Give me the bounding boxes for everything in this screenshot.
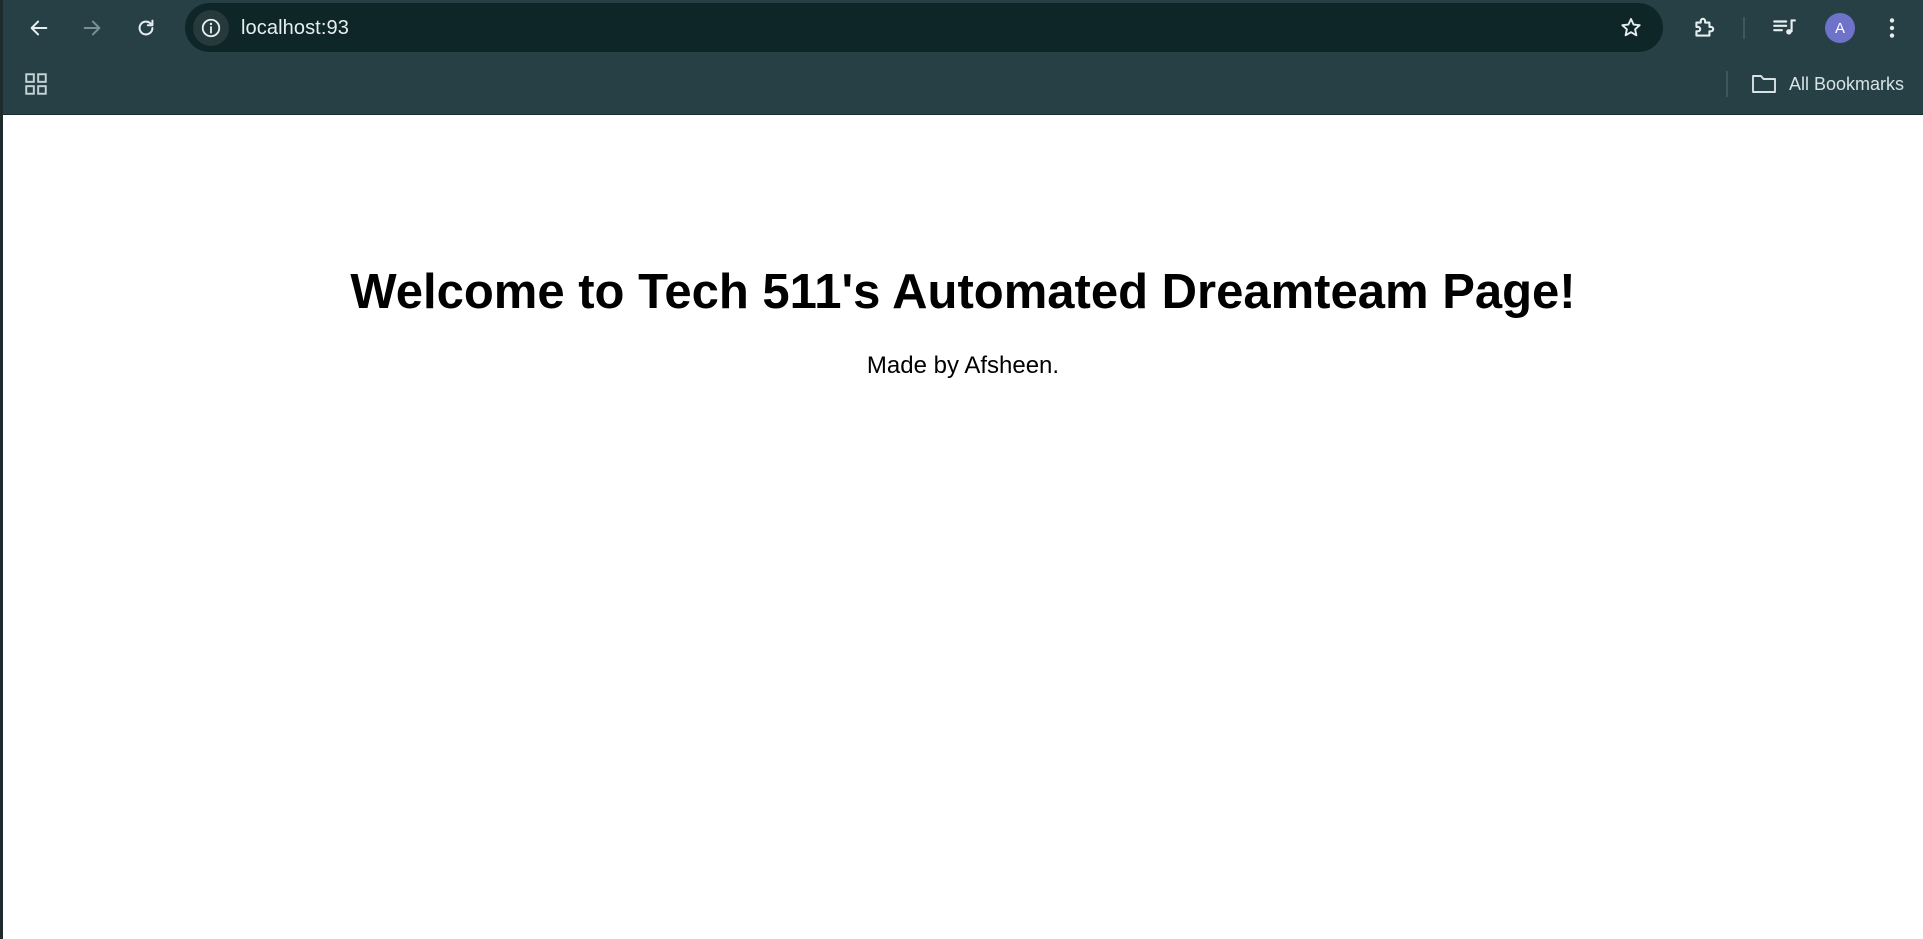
page-content: Welcome to Tech 511's Automated Dreamtea… <box>3 116 1923 939</box>
back-button[interactable] <box>20 9 58 47</box>
arrow-right-icon <box>83 20 101 36</box>
toolbar-separator <box>1743 17 1745 39</box>
arrow-left-icon <box>30 20 48 36</box>
reload-icon <box>138 19 154 36</box>
profile-avatar[interactable]: A <box>1825 13 1855 43</box>
url-text[interactable]: localhost:93 <box>241 17 349 40</box>
page-title: Welcome to Tech 511's Automated Dreamtea… <box>350 265 1576 319</box>
all-bookmarks-label: All Bookmarks <box>1789 73 1905 94</box>
address-bar[interactable]: localhost:93 <box>185 3 1663 52</box>
page-subtitle: Made by Afsheen. <box>866 352 1060 379</box>
info-icon <box>201 18 221 38</box>
playlist-icon <box>1773 19 1796 35</box>
media-button[interactable] <box>1769 13 1799 43</box>
site-info-button[interactable] <box>193 10 229 46</box>
apps-grid-icon <box>25 73 47 95</box>
kebab-menu-icon <box>1889 18 1895 38</box>
extensions-button[interactable] <box>1689 13 1719 43</box>
all-bookmarks-button[interactable]: All Bookmarks <box>1751 69 1904 99</box>
bookmarks-separator <box>1726 71 1728 97</box>
bookmarks-bar: All Bookmarks <box>3 55 1923 115</box>
star-icon <box>1621 18 1641 37</box>
reload-button[interactable] <box>127 9 165 47</box>
browser-window: localhost:93 A All Bookmarks Welcome to … <box>0 0 1923 939</box>
folder-icon <box>1752 75 1776 93</box>
browser-toolbar: localhost:93 A <box>3 0 1923 55</box>
apps-button[interactable] <box>23 71 49 102</box>
forward-button[interactable] <box>73 9 111 47</box>
menu-button[interactable] <box>1877 13 1907 43</box>
puzzle-icon <box>1695 17 1715 37</box>
bookmark-star-button[interactable] <box>1619 16 1643 40</box>
